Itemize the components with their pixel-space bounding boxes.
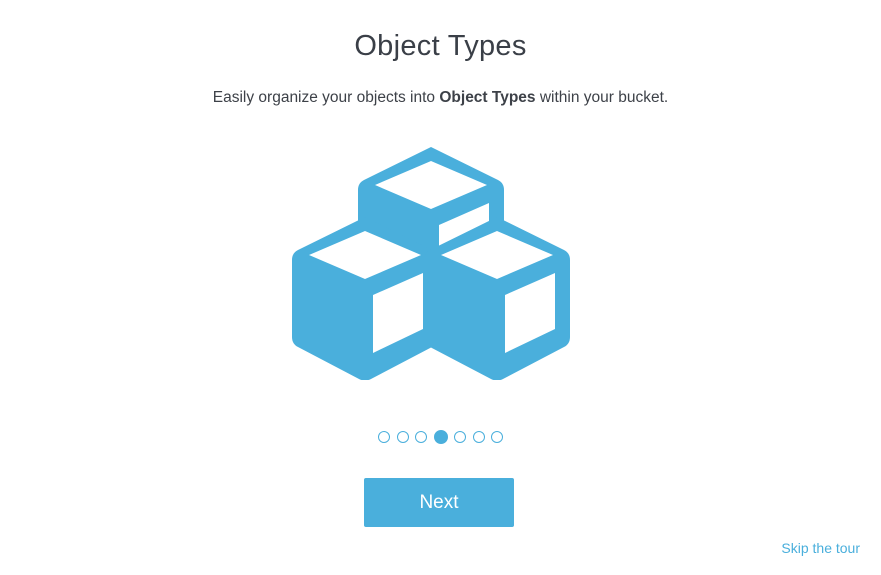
step-dot-4[interactable] <box>433 430 448 444</box>
step-indicator <box>0 430 881 444</box>
next-button[interactable]: Next <box>364 478 514 527</box>
skip-tour-link[interactable]: Skip the tour <box>781 540 860 556</box>
step-dot-2[interactable] <box>396 431 409 443</box>
step-dot-6[interactable] <box>472 431 485 443</box>
step-dot-1[interactable] <box>378 431 390 443</box>
page-subtitle: Easily organize your objects into Object… <box>0 89 881 107</box>
step-dot-3[interactable] <box>415 431 427 443</box>
subtitle-text-end: within your bucket. <box>535 89 669 106</box>
step-dot-7[interactable] <box>491 431 503 443</box>
step-dot-5[interactable] <box>454 431 466 443</box>
page-title: Object Types <box>354 30 527 62</box>
subtitle-text-start: Easily organize your objects into <box>212 89 440 106</box>
subtitle-highlight: Object Types <box>439 89 536 106</box>
stacked-cubes-icon <box>292 147 570 380</box>
